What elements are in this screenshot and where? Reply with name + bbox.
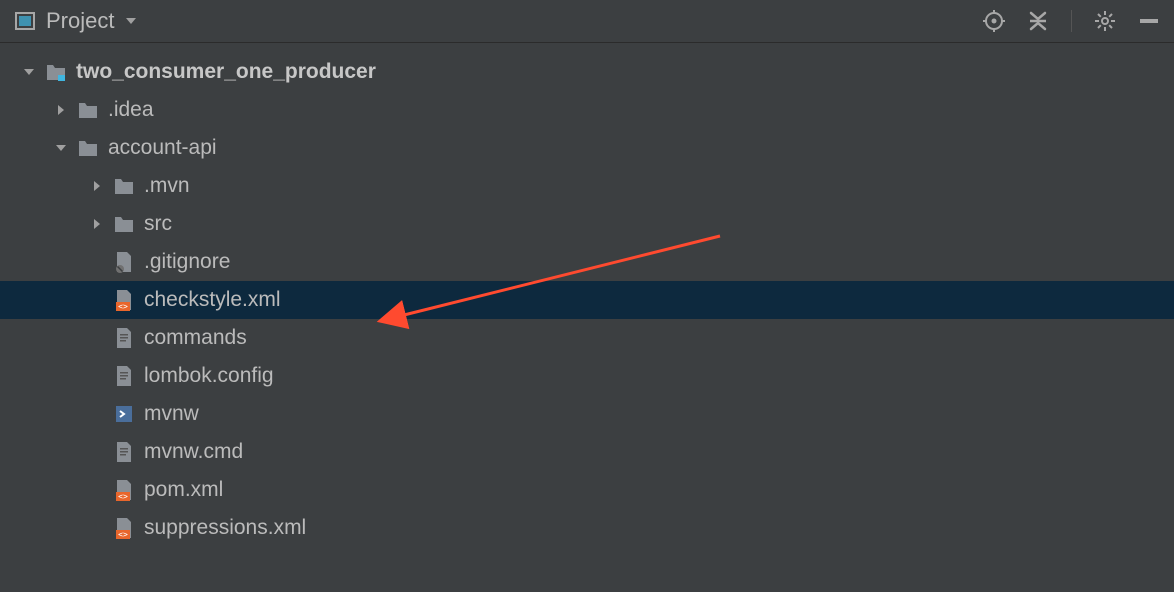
folder-icon	[112, 174, 136, 198]
chevron-down-icon[interactable]	[52, 141, 70, 155]
file-xml-icon: <>	[112, 516, 136, 540]
settings-icon[interactable]	[1094, 10, 1116, 32]
file-sh-icon	[112, 402, 136, 426]
svg-text:<>: <>	[118, 530, 128, 539]
tree-node[interactable]: account-api	[0, 129, 1174, 167]
tree-node[interactable]: mvnw.cmd	[0, 433, 1174, 471]
tree-node-label: suppressions.xml	[144, 516, 306, 540]
toolbar-separator	[1071, 10, 1072, 32]
tree-node-label: .gitignore	[144, 250, 230, 274]
file-xml-icon: <>	[112, 288, 136, 312]
tree-node[interactable]: .idea	[0, 91, 1174, 129]
project-toolbar: Project	[0, 0, 1174, 43]
tree-node[interactable]: <> checkstyle.xml	[0, 281, 1174, 319]
file-text-icon	[112, 440, 136, 464]
project-title: Project	[46, 8, 114, 34]
tree-node-label: .idea	[108, 98, 154, 122]
tree-node-label: lombok.config	[144, 364, 274, 388]
svg-text:<>: <>	[118, 302, 128, 311]
view-dropdown-icon[interactable]	[124, 14, 138, 28]
locate-icon[interactable]	[983, 10, 1005, 32]
tree-node[interactable]: <> suppressions.xml	[0, 509, 1174, 547]
svg-text:<>: <>	[118, 492, 128, 501]
project-tree[interactable]: two_consumer_one_producer .idea account-a…	[0, 43, 1174, 547]
tree-node-label: pom.xml	[144, 478, 223, 502]
folder-icon	[76, 98, 100, 122]
tree-node[interactable]: src	[0, 205, 1174, 243]
chevron-right-icon[interactable]	[88, 217, 106, 231]
tree-node-label: .mvn	[144, 174, 190, 198]
tree-node-label: mvnw	[144, 402, 199, 426]
tree-root[interactable]: two_consumer_one_producer	[0, 53, 1174, 91]
file-ignore-icon	[112, 250, 136, 274]
tree-node-label: account-api	[108, 136, 217, 160]
tree-node-label: commands	[144, 326, 247, 350]
chevron-right-icon[interactable]	[52, 103, 70, 117]
file-xml-icon: <>	[112, 478, 136, 502]
module-folder-icon	[44, 60, 68, 84]
project-view-icon[interactable]	[14, 10, 36, 32]
tree-node[interactable]: commands	[0, 319, 1174, 357]
file-text-icon	[112, 364, 136, 388]
tree-node-label: two_consumer_one_producer	[76, 60, 376, 84]
chevron-right-icon[interactable]	[88, 179, 106, 193]
folder-icon	[112, 212, 136, 236]
tree-node-label: mvnw.cmd	[144, 440, 243, 464]
tree-node[interactable]: lombok.config	[0, 357, 1174, 395]
file-text-icon	[112, 326, 136, 350]
chevron-down-icon[interactable]	[20, 65, 38, 79]
tree-node-label: src	[144, 212, 172, 236]
tree-node-label: checkstyle.xml	[144, 288, 281, 312]
tree-node[interactable]: mvnw	[0, 395, 1174, 433]
tree-node[interactable]: .mvn	[0, 167, 1174, 205]
folder-icon	[76, 136, 100, 160]
tree-node[interactable]: <> pom.xml	[0, 471, 1174, 509]
collapse-all-icon[interactable]	[1027, 10, 1049, 32]
hide-panel-icon[interactable]	[1138, 10, 1160, 32]
toolbar-actions	[983, 10, 1160, 32]
tree-node[interactable]: .gitignore	[0, 243, 1174, 281]
